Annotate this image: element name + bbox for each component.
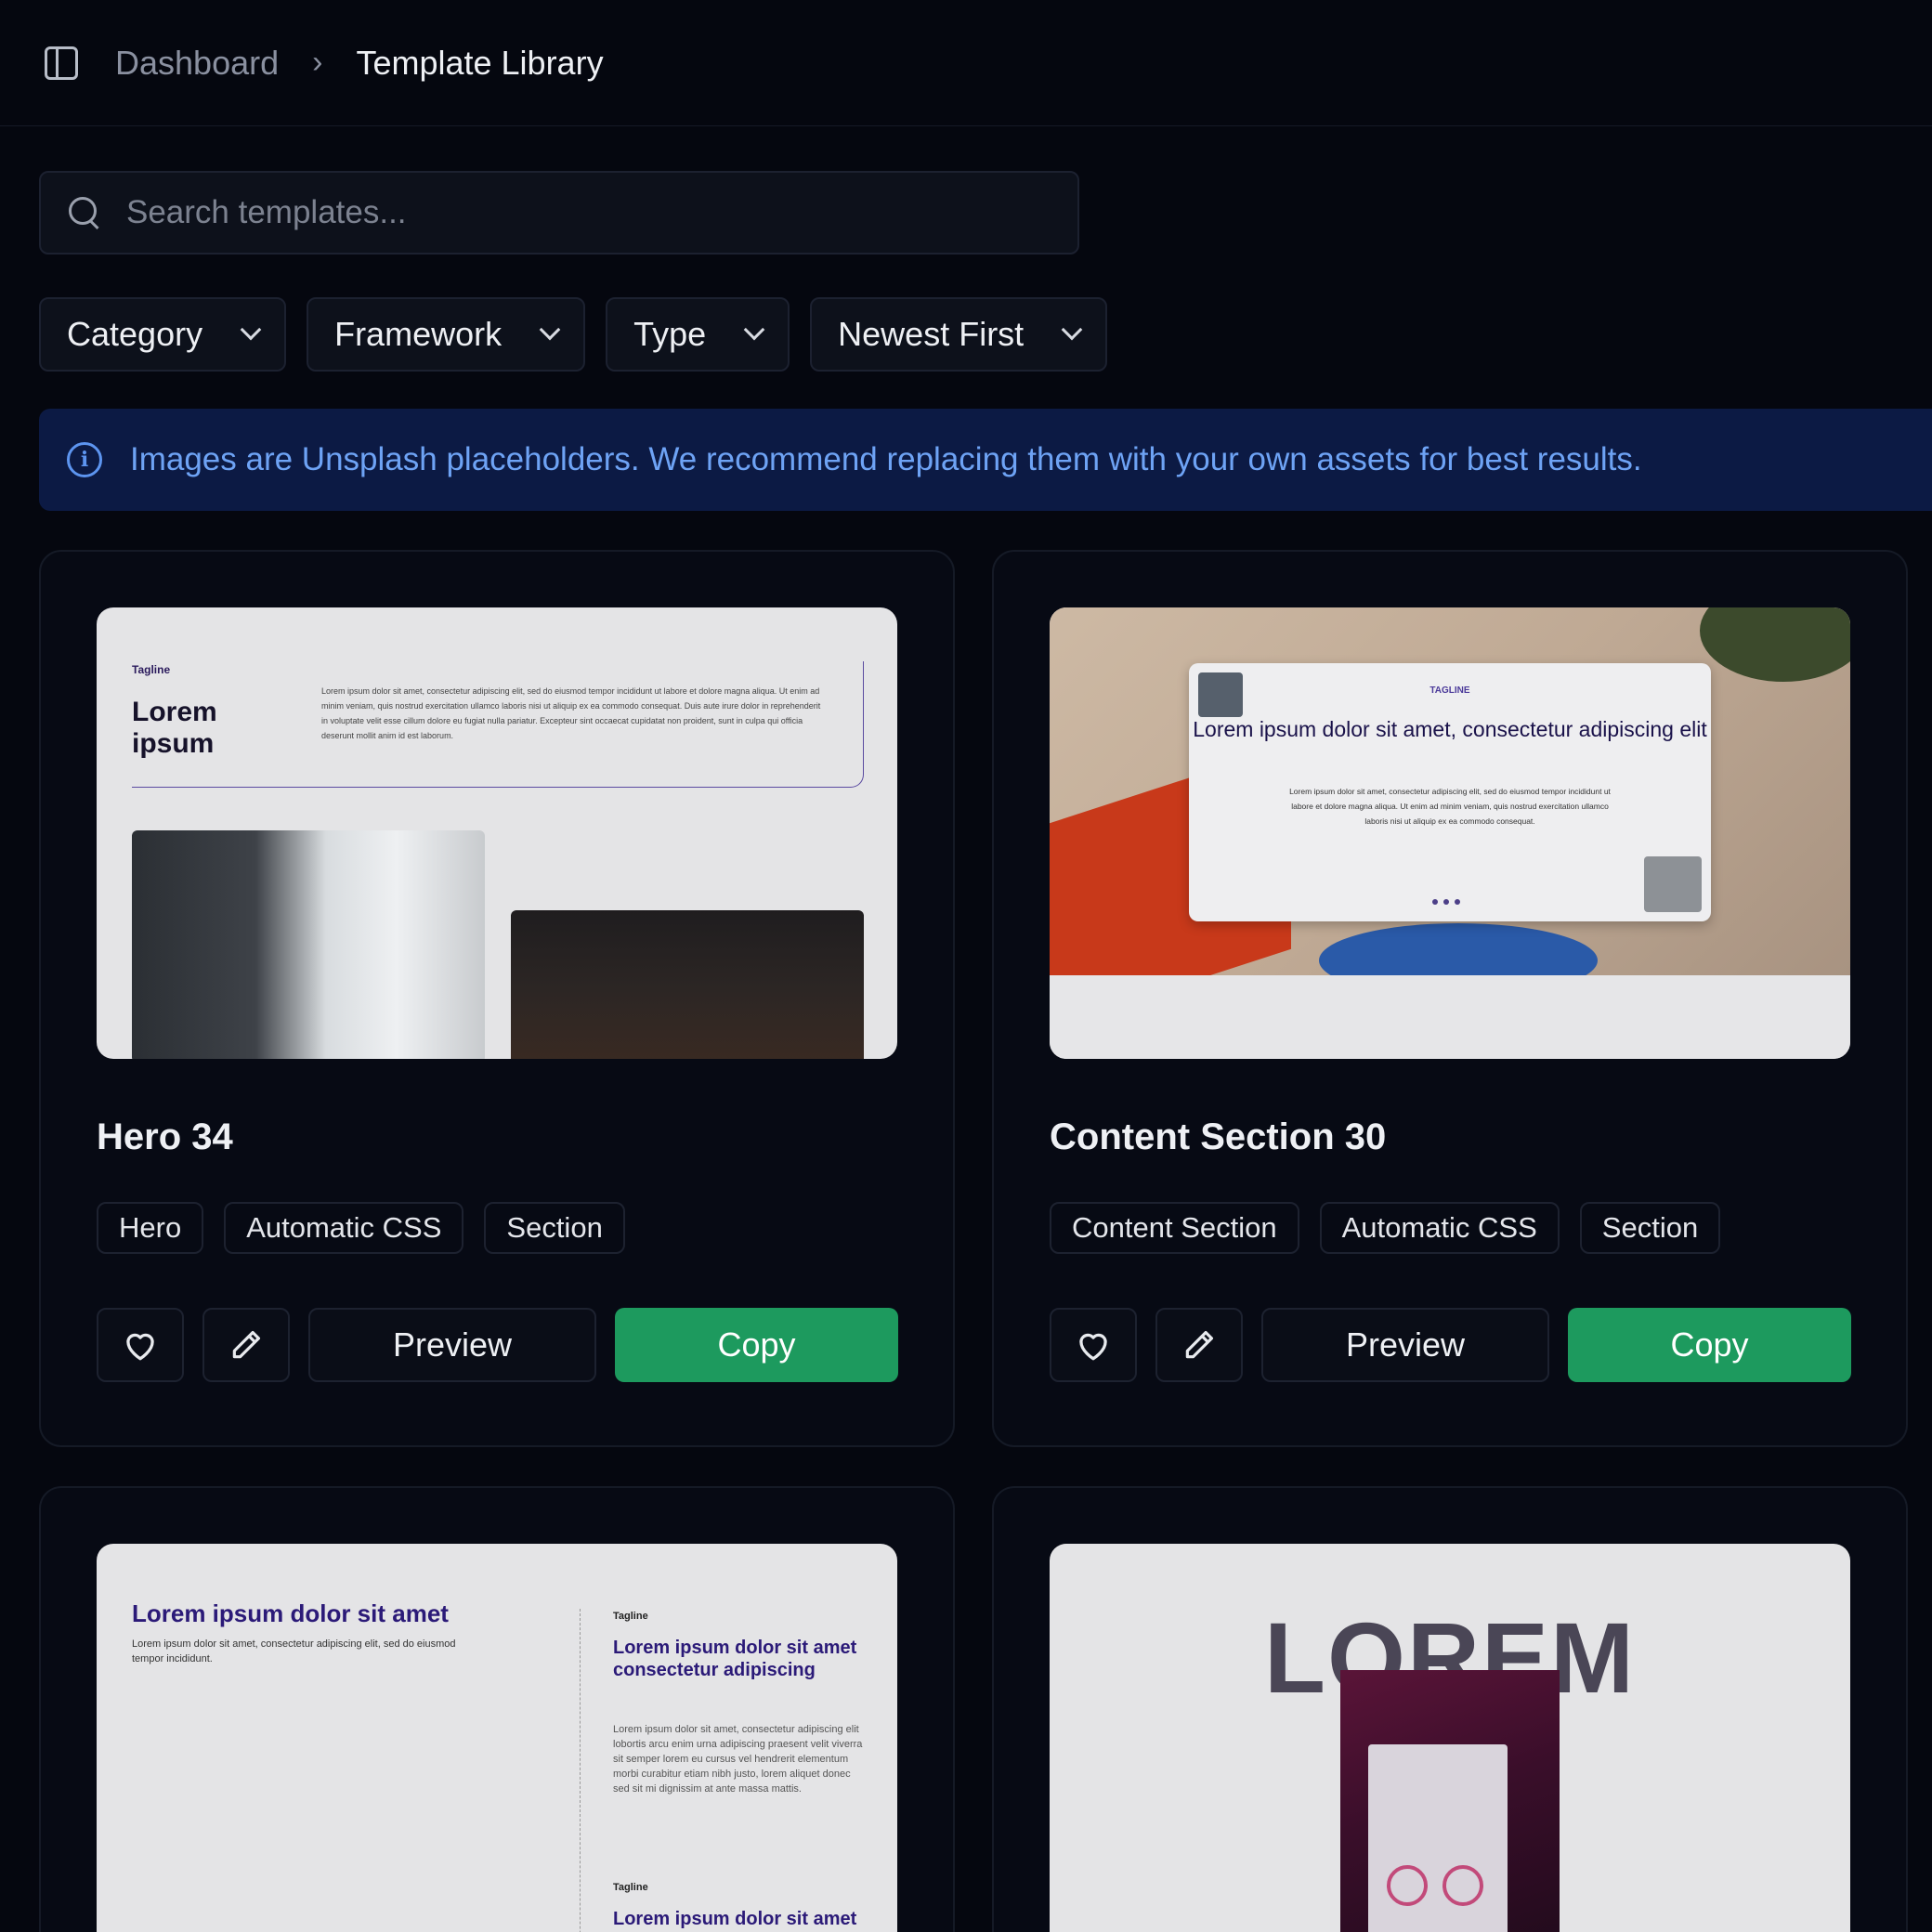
tag: Section [484,1202,625,1254]
fan-shape [1387,1865,1428,1906]
banner-text: Images are Unsplash placeholders. We rec… [130,441,1642,477]
top-bar: Dashboard › Template Library [0,0,1932,126]
tag: Automatic CSS [1319,1202,1560,1254]
template-thumbnail[interactable]: LOREM [1050,1544,1850,1932]
carousel-dot [1443,899,1449,905]
pc-case-shape [1368,1744,1508,1932]
filter-framework[interactable]: Framework [307,297,586,372]
breadcrumb-chevron-icon: › [312,45,323,80]
tag: Section [1579,1202,1721,1254]
filter-sort[interactable]: Newest First [810,297,1108,372]
chevron-down-icon [539,319,561,341]
favorite-button[interactable] [97,1308,184,1382]
thumb-body: Lorem ipsum dolor sit amet, consectetur … [321,686,821,740]
filter-category[interactable]: Category [39,297,287,372]
thumb-body: Lorem ipsum dolor sit amet, consectetur … [613,1724,863,1795]
card-actions: Preview Copy [97,1308,898,1382]
search-icon [69,197,100,228]
thumb-footer-area [1050,975,1850,1059]
chevron-down-icon [240,319,262,341]
template-thumbnail[interactable]: Tagline Lorem ipsum Lorem ipsum dolor si… [97,607,897,1059]
filter-bar: Category Framework Type Newest First [39,297,1108,372]
template-thumbnail[interactable]: Lorem ipsum dolor sit amet Lorem ipsum d… [97,1544,897,1932]
filter-label: Framework [334,315,503,353]
breadcrumb-current: Template Library [356,43,604,82]
thumb-subtext: Lorem ipsum dolor sit amet, consectetur … [132,1638,456,1664]
template-card: LOREM [992,1486,1908,1932]
favorite-button[interactable] [1050,1308,1137,1382]
thumb-tagline: Tagline [613,1882,648,1893]
preview-button[interactable]: Preview [308,1308,596,1382]
filter-label: Newest First [838,315,1025,353]
template-card: Lorem ipsum dolor sit amet Lorem ipsum d… [39,1486,955,1932]
search-box[interactable] [39,171,1079,255]
heart-icon [126,1333,154,1361]
thumb-tagline: Tagline [613,1611,648,1622]
preview-button[interactable]: Preview [1261,1308,1549,1382]
template-thumbnail[interactable]: TAGLINE Lorem ipsum dolor sit amet, cons… [1050,607,1850,1059]
heart-icon [1079,1333,1107,1361]
filter-label: Type [633,315,707,353]
template-card: Tagline Lorem ipsum Lorem ipsum dolor si… [39,550,955,1447]
tag: Automatic CSS [224,1202,464,1254]
timeline-line [580,1609,581,1932]
info-icon: i [67,442,102,477]
thumb-heading: Lorem ipsum dolor sit amet consectetur [613,1909,857,1932]
thumb-tagline: Tagline [132,663,171,676]
thumb-tagline: TAGLINE [1429,685,1470,696]
thumb-image-pc-case [1340,1670,1560,1932]
copy-button[interactable]: Copy [1568,1308,1851,1382]
info-banner: i Images are Unsplash placeholders. We r… [39,409,1932,511]
edit-button[interactable] [202,1308,290,1382]
thumb-mini-image [1644,856,1702,912]
thumb-body: Lorem ipsum dolor sit amet, consectetur … [1289,787,1611,826]
chevron-down-icon [1061,319,1083,341]
tag: Hero [97,1202,204,1254]
chevron-down-icon [743,319,765,341]
tag-list: Content Section Automatic CSS Section [1050,1202,1721,1254]
filter-label: Category [67,315,203,353]
breadcrumb-dashboard[interactable]: Dashboard [115,44,279,83]
copy-button[interactable]: Copy [615,1308,898,1382]
thumb-heading: Lorem ipsum dolor sit amet, consectetur … [1193,717,1707,741]
carousel-dot [1432,899,1438,905]
filter-type[interactable]: Type [606,297,790,372]
thumb-heading: Lorem ipsum dolor sit amet [132,1599,449,1627]
search-input[interactable] [126,194,1055,231]
tag-list: Hero Automatic CSS Section [97,1202,625,1254]
thumb-image-gym-men [511,910,864,1059]
pencil-icon [232,1330,261,1359]
carousel-dot [1455,899,1460,905]
card-title: Content Section 30 [1050,1116,1387,1157]
fan-shape [1442,1865,1483,1906]
template-card: TAGLINE Lorem ipsum dolor sit amet, cons… [992,550,1908,1447]
carousel-dots [1432,899,1460,905]
thumb-content-card: TAGLINE Lorem ipsum dolor sit amet, cons… [1189,663,1711,921]
pencil-icon [1185,1330,1214,1359]
sidebar-toggle-icon[interactable] [45,46,78,80]
tag: Content Section [1050,1202,1299,1254]
thumb-heading: Lorem ipsum [132,697,217,759]
edit-button[interactable] [1155,1308,1243,1382]
thumb-image-woman-jump-rope [132,830,485,1059]
thumb-heading: Lorem ipsum dolor sit amet consectetur a… [613,1638,857,1680]
card-title: Hero 34 [97,1116,233,1157]
card-actions: Preview Copy [1050,1308,1851,1382]
